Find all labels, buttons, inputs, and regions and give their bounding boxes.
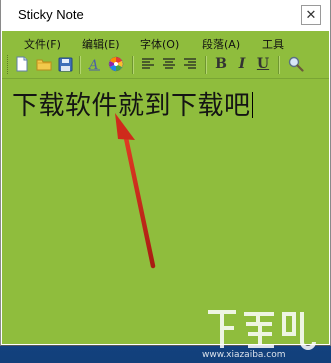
watermark-url: www.xiazaiba.com — [202, 350, 286, 360]
